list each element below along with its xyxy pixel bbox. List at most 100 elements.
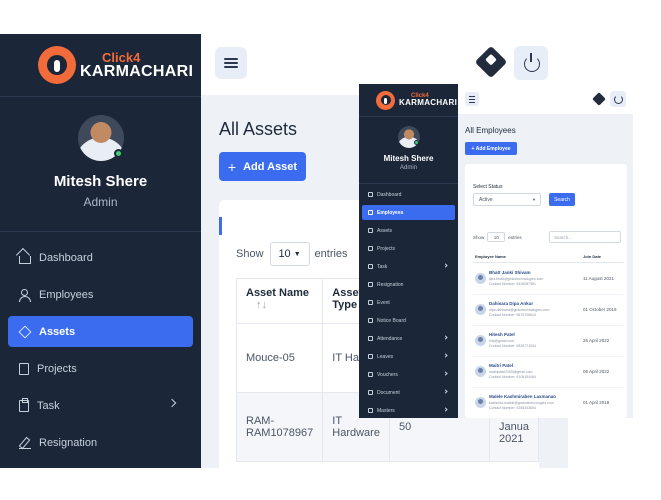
menu-toggle-button[interactable] — [215, 47, 247, 79]
avatar[interactable] — [397, 126, 420, 148]
sidebar-item-task[interactable]: Task — [8, 390, 193, 421]
calendar-icon — [368, 336, 373, 341]
profile-block: Mitesh Shere Admin — [0, 97, 201, 231]
card-accent — [219, 217, 222, 235]
show-label: Show — [236, 248, 264, 260]
brand-mark-icon — [376, 90, 395, 110]
table-row[interactable]: Dahisara Dipa Ankur dipa.dahisara@gmkote… — [473, 295, 623, 326]
inset-profile-block: Mitesh Shere Admin — [359, 117, 458, 183]
avatar[interactable] — [77, 115, 124, 161]
sidebar-item-employees[interactable]: Employees — [362, 205, 455, 220]
clock-icon — [368, 318, 373, 323]
page-length-select[interactable]: 10 — [487, 232, 506, 242]
clipboard-icon — [19, 397, 29, 412]
status-select[interactable]: Active ▼ — [473, 193, 541, 206]
employee-email: kashmira.malele@gmkotechnologies.com — [489, 401, 554, 405]
sidebar-item-resignation[interactable]: Resignation — [362, 277, 455, 292]
brand-name: KARMACHARI — [80, 62, 194, 80]
page-title: All Assets — [219, 119, 298, 139]
add-asset-label: Add Asset — [243, 160, 298, 173]
add-asset-button[interactable]: + Add Asset — [219, 152, 306, 181]
page-title: All Employees — [465, 126, 516, 135]
sidebar-nav: Dashboard Employees Assets Projects Task — [0, 231, 201, 458]
inset-topbar — [458, 84, 633, 114]
table-cell: RAM-RAM1078967 — [235, 392, 324, 462]
column-header-join-date[interactable]: Join Date — [583, 254, 601, 259]
inset-sidebar: Click4 KARMACHARI Mitesh Shere Admin Das… — [359, 84, 458, 418]
sidebar-item-dashboard[interactable]: Dashboard — [8, 242, 193, 273]
search-button[interactable]: Search — [549, 193, 575, 206]
screenshot-stage: Click4 KARMACHARI Mitesh Shere Admin Das… — [0, 0, 661, 500]
sidebar-item-assets[interactable]: Assets — [362, 223, 455, 238]
sidebar-item-event[interactable]: Event — [362, 295, 455, 310]
logout-button[interactable] — [610, 91, 626, 107]
sidebar-item-label: Assets — [39, 325, 76, 338]
menu-toggle-button[interactable] — [465, 92, 479, 106]
sidebar-item-projects[interactable]: Projects — [8, 353, 193, 384]
grid-icon — [368, 408, 373, 413]
table-row[interactable]: Maitri Patel maitripatel2005@gmail.com C… — [473, 357, 623, 388]
employee-email: hitp@gmail.com — [489, 339, 515, 343]
employee-name[interactable]: Dahisara Dipa Ankur — [489, 301, 533, 306]
table-cell: Mouce-05 — [235, 323, 324, 393]
sidebar-item-leaves[interactable]: Leaves — [362, 349, 455, 364]
table-row[interactable]: Hitesh Patel hitp@gmail.com Contact Numb… — [473, 326, 623, 357]
inset-main-content: All Employees + Add Employee Select Stat… — [458, 84, 633, 418]
select-status-label: Select Status — [473, 184, 503, 190]
avatar — [475, 304, 486, 315]
book-icon — [19, 362, 29, 375]
employee-phone: Contact Number: 9825771534 — [489, 344, 536, 348]
book-icon — [368, 246, 373, 251]
logout-button[interactable] — [514, 46, 548, 80]
star-icon — [368, 300, 373, 305]
sidebar-item-assets[interactable]: Assets — [8, 316, 193, 347]
employees-card: Select Status Active ▼ Search Show 10 en… — [465, 164, 627, 418]
chevron-right-icon — [167, 398, 177, 408]
ticket-icon — [368, 372, 373, 377]
join-date: 01 October 2019 — [583, 307, 617, 312]
employee-phone: Contact Number: 9879708644 — [489, 313, 536, 317]
employee-phone: Contact Number: 9106154484 — [489, 375, 536, 379]
profile-name: Mitesh Shere — [383, 154, 434, 163]
employee-name[interactable]: Hitesh Patel — [489, 332, 515, 337]
sidebar-item-projects[interactable]: Projects — [362, 241, 455, 256]
plus-icon: + — [227, 158, 237, 175]
brand-badge-icon[interactable] — [592, 92, 606, 106]
chevron-right-icon — [443, 335, 448, 340]
users-icon — [19, 288, 31, 302]
add-employee-button[interactable]: + Add Employee — [465, 142, 517, 155]
avatar — [475, 273, 486, 284]
sidebar-item-attendance[interactable]: Attendance — [362, 331, 455, 346]
brand-name: KARMACHARI — [399, 98, 458, 107]
sidebar-item-label: Dashboard — [39, 251, 93, 264]
search-input[interactable]: Search... — [549, 231, 621, 243]
column-header-employee-name[interactable]: Employee Name — [475, 254, 506, 259]
column-header-asset-name[interactable]: Asset Name↑↓ — [235, 278, 324, 324]
employee-name[interactable]: Bhatt Janki Shivam — [489, 270, 531, 275]
sidebar-item-employees[interactable]: Employees — [8, 279, 193, 310]
employee-email: maitripatel2005@gmail.com — [489, 370, 533, 374]
chevron-right-icon — [443, 371, 448, 376]
online-status-icon — [113, 149, 123, 158]
inset-brand-logo[interactable]: Click4 KARMACHARI — [359, 84, 458, 117]
sidebar-item-document[interactable]: Document — [362, 385, 455, 400]
employee-name[interactable]: Malele Kashmiraben Laxmanao — [489, 394, 556, 399]
table-row[interactable]: Malele Kashmiraben Laxmanao kashmira.mal… — [473, 388, 623, 418]
sidebar-item-task[interactable]: Task — [362, 259, 455, 274]
avatar — [475, 397, 486, 408]
sidebar-item-vouchers[interactable]: Vouchers — [362, 367, 455, 382]
inset-sidebar-nav: Dashboard Employees Assets Projects Task… — [359, 183, 458, 418]
sidebar-item-resignation[interactable]: Resignation — [8, 427, 193, 458]
brand-badge-icon[interactable] — [474, 45, 508, 79]
table-row[interactable]: Bhatt Janki Shivam ijani.bhatt@gmkotechn… — [473, 264, 623, 295]
sidebar-item-label: Task — [37, 399, 60, 412]
sidebar-item-masters[interactable]: Masters — [362, 403, 455, 418]
brand-logo[interactable]: Click4 KARMACHARI — [0, 34, 201, 97]
profile-name: Mitesh Shere — [53, 173, 148, 190]
sidebar-item-notice-board[interactable]: Notice Board — [362, 313, 455, 328]
page-length-select[interactable]: 10 ▼ — [269, 242, 310, 266]
sidebar-item-dashboard[interactable]: Dashboard — [362, 187, 455, 202]
chevron-down-icon: ▼ — [532, 197, 536, 202]
avatar — [475, 335, 486, 346]
employee-name[interactable]: Maitri Patel — [489, 363, 513, 368]
